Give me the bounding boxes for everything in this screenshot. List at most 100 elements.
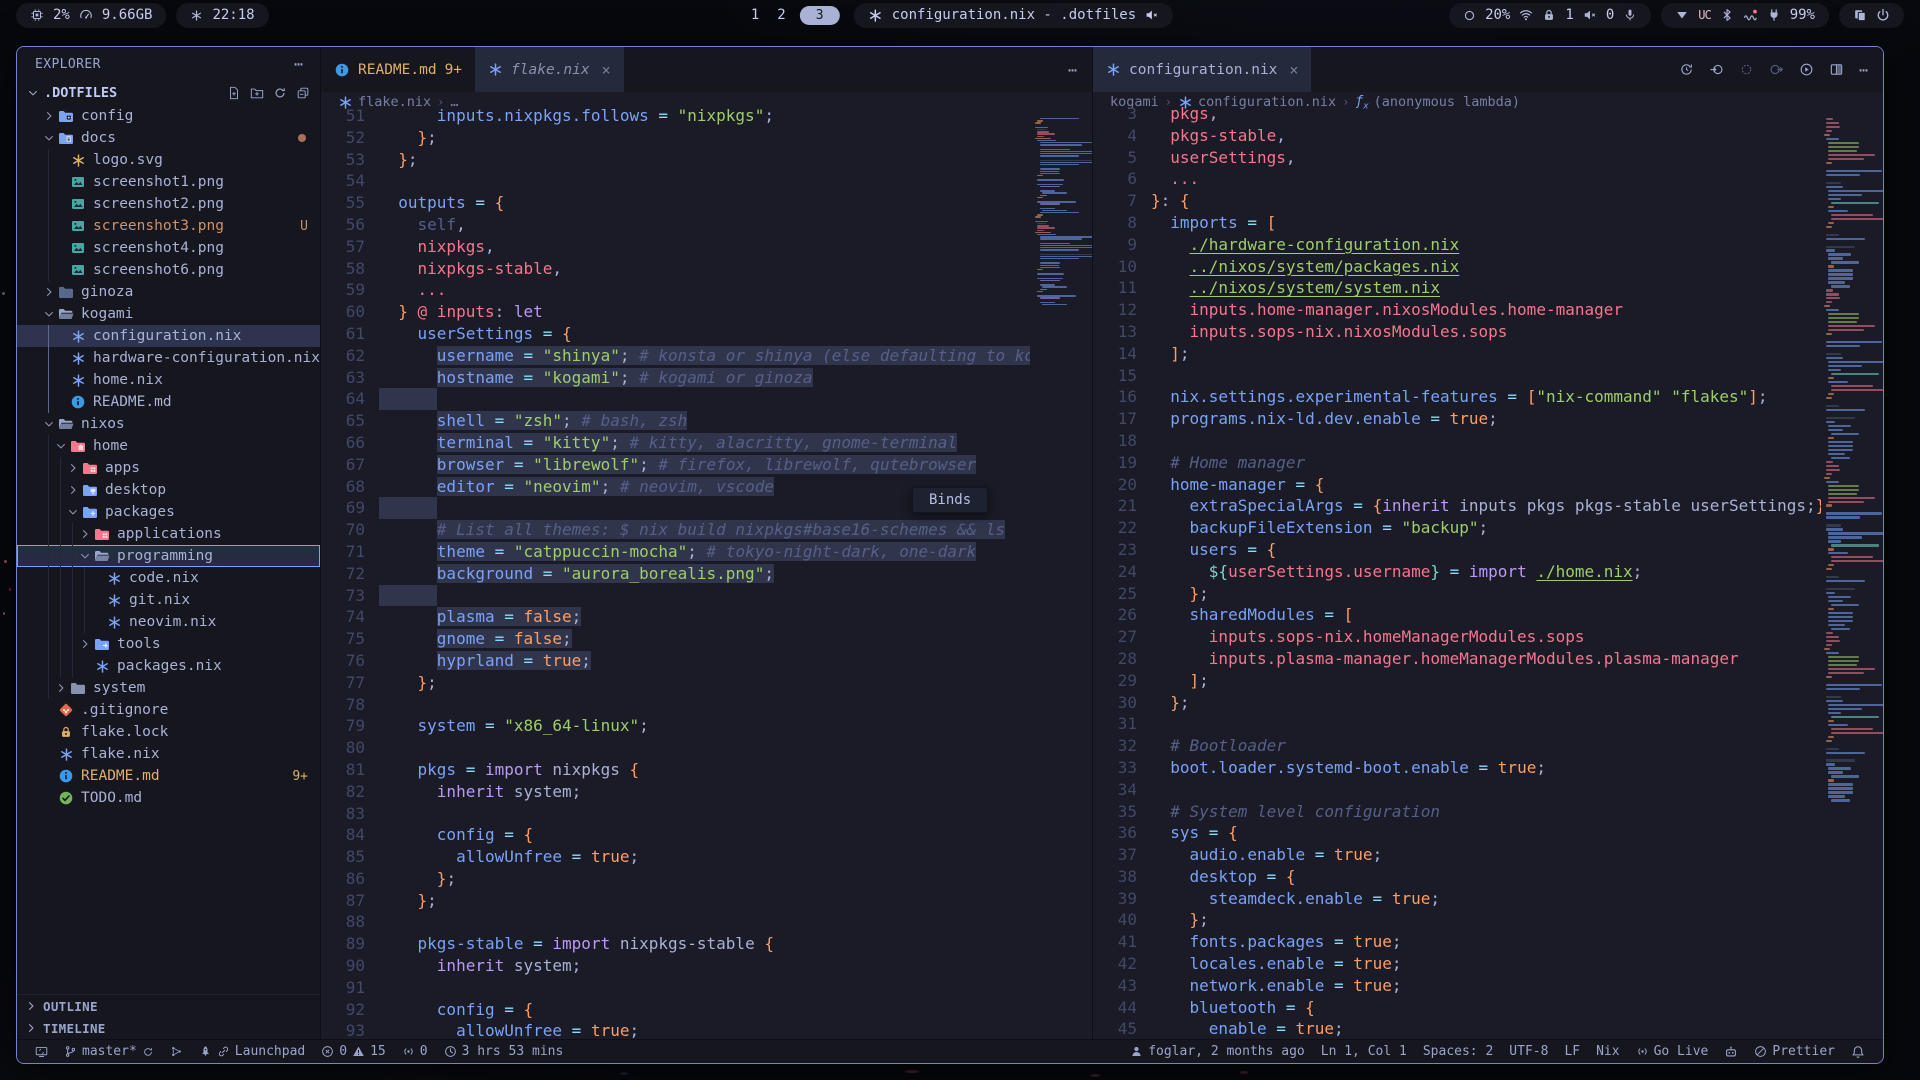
tab-README.md[interactable]: README.md9+ <box>321 47 475 92</box>
image-icon <box>70 218 86 234</box>
more-icon[interactable]: ⋯ <box>1068 60 1078 79</box>
tree-item-docs[interactable]: docs <box>17 127 320 149</box>
tree-item-nixos[interactable]: nixos <box>17 413 320 435</box>
tree-item-git.nix[interactable]: git.nix <box>17 589 320 611</box>
workspace-3[interactable]: 3 <box>800 6 840 25</box>
system-tray[interactable]: UC99% <box>1661 3 1829 28</box>
close-icon[interactable]: × <box>602 61 611 79</box>
broadcast-icon <box>402 1045 415 1058</box>
status-notifications[interactable] <box>1843 1040 1873 1063</box>
top-status-bar: 2%9.66GB22:18 123 configuration.nix - .d… <box>0 0 1920 30</box>
code-editor-flake-nix[interactable]: 51 inputs.nixpkgs.follows = "nixpkgs";52… <box>321 105 1030 1039</box>
line-number: 44 <box>1093 997 1137 1019</box>
status-encoding[interactable]: UTF-8 <box>1501 1040 1556 1063</box>
run-icon[interactable] <box>1799 62 1814 77</box>
tree-item-programming[interactable]: programming <box>17 545 320 567</box>
status-go-live[interactable]: Go Live <box>1628 1040 1717 1063</box>
file-label: home.nix <box>93 372 163 388</box>
status-cursor-position[interactable]: Ln 1, Col 1 <box>1313 1040 1415 1063</box>
tree-item-packages[interactable]: packages <box>17 501 320 523</box>
clock-widget[interactable]: 22:18 <box>176 3 268 28</box>
tree-item-code.nix[interactable]: code.nix <box>17 567 320 589</box>
code-line-56: 56 self, <box>321 214 1030 236</box>
status-time-tracker[interactable]: 3 hrs 53 mins <box>436 1040 572 1063</box>
status-prettier[interactable]: Prettier <box>1746 1040 1843 1063</box>
tree-item-apps[interactable]: apps <box>17 457 320 479</box>
refresh-icon[interactable] <box>273 86 287 100</box>
tree-item-TODO.md[interactable]: TODO.md <box>17 787 320 809</box>
tree-item-home[interactable]: home <box>17 435 320 457</box>
status-eol[interactable]: LF <box>1556 1040 1588 1063</box>
explorer-root-folder[interactable]: .DOTFILES <box>17 81 320 105</box>
system-indicators[interactable]: 20%10 <box>1449 3 1651 28</box>
line-number: 63 <box>321 367 365 389</box>
tree-item-README.md[interactable]: README.md <box>17 391 320 413</box>
new-file-icon[interactable] <box>227 86 241 100</box>
code-line-22: 22 backupFileExtension = "backup"; <box>1093 517 1821 539</box>
tree-item-README.md[interactable]: README.md9+ <box>17 765 320 787</box>
tree-item-logo.svg[interactable]: logo.svg <box>17 149 320 171</box>
minimap-left[interactable] <box>1030 112 1092 1039</box>
circle-dim-icon[interactable] <box>1739 62 1754 77</box>
new-folder-icon[interactable] <box>250 86 264 100</box>
collapse-icon[interactable] <box>296 86 310 100</box>
status-git-blame[interactable]: foglar, 2 months ago <box>1122 1040 1313 1063</box>
folder-open-icon <box>58 306 74 322</box>
code-line-4: 4 pkgs-stable, <box>1093 125 1821 147</box>
status-problems[interactable]: 015 <box>313 1040 393 1063</box>
workspace-2[interactable]: 2 <box>773 7 789 23</box>
status-language-mode[interactable]: Nix <box>1588 1040 1627 1063</box>
workspace-switcher[interactable]: 123 <box>747 6 840 25</box>
status-git-graph[interactable] <box>162 1040 191 1063</box>
wave-icon <box>1743 8 1758 23</box>
tree-item-screenshot1.png[interactable]: screenshot1.png <box>17 171 320 193</box>
tab-flake.nix[interactable]: flake.nix× <box>475 47 624 92</box>
tree-item-home.nix[interactable]: home.nix <box>17 369 320 391</box>
timeline-section[interactable]: TIMELINE <box>17 1017 320 1039</box>
code-editor-configuration-nix[interactable]: 3 pkgs,4 pkgs-stable,5 userSettings,6 ..… <box>1093 103 1821 1039</box>
forward-dim-icon[interactable] <box>1769 62 1784 77</box>
split-icon[interactable] <box>1829 62 1844 77</box>
tree-item-flake.lock[interactable]: flake.lock <box>17 721 320 743</box>
tree-item-hardware-configuration.nix[interactable]: hardware-configuration.nix <box>17 347 320 369</box>
line-number: 80 <box>321 737 365 759</box>
tree-item-screenshot3.png[interactable]: screenshot3.pngU <box>17 215 320 237</box>
status-launchpad[interactable]: Launchpad <box>191 1040 313 1063</box>
tree-item-screenshot4.png[interactable]: screenshot4.png <box>17 237 320 259</box>
history-icon[interactable] <box>1679 62 1694 77</box>
status-git-branch[interactable]: master* <box>56 1040 162 1063</box>
line-number: 51 <box>321 105 365 127</box>
status-indentation[interactable]: Spaces: 2 <box>1415 1040 1501 1063</box>
more-icon[interactable]: ⋯ <box>1859 60 1869 79</box>
tab-configuration.nix[interactable]: configuration.nix× <box>1093 47 1311 92</box>
tree-item-config[interactable]: config <box>17 105 320 127</box>
tree-item-tools[interactable]: tools <box>17 633 320 655</box>
tree-item-.gitignore[interactable]: .gitignore <box>17 699 320 721</box>
line-number: 31 <box>1093 713 1137 735</box>
explorer-more-actions-icon[interactable]: ⋯ <box>294 55 304 73</box>
line-number: 43 <box>1093 975 1137 997</box>
tree-item-kogami[interactable]: kogami <box>17 303 320 325</box>
tree-item-applications[interactable]: applications <box>17 523 320 545</box>
tree-item-screenshot2.png[interactable]: screenshot2.png <box>17 193 320 215</box>
outline-section[interactable]: OUTLINE <box>17 995 320 1017</box>
code-line-36: 36 sys = { <box>1093 822 1821 844</box>
back-icon[interactable] <box>1709 62 1724 77</box>
tree-item-screenshot6.png[interactable]: screenshot6.png <box>17 259 320 281</box>
tree-item-system[interactable]: system <box>17 677 320 699</box>
system-monitor[interactable]: 2%9.66GB <box>16 3 166 28</box>
status-copilot[interactable] <box>1716 1040 1746 1063</box>
session-controls[interactable] <box>1839 3 1904 28</box>
tree-item-desktop[interactable]: desktop <box>17 479 320 501</box>
status-ports[interactable]: 0 <box>394 1040 436 1063</box>
line-number: 25 <box>1093 583 1137 605</box>
tree-item-flake.nix[interactable]: flake.nix <box>17 743 320 765</box>
tree-item-neovim.nix[interactable]: neovim.nix <box>17 611 320 633</box>
close-icon[interactable]: × <box>1289 61 1298 79</box>
tree-item-ginoza[interactable]: ginoza <box>17 281 320 303</box>
workspace-1[interactable]: 1 <box>747 7 763 23</box>
tree-item-packages.nix[interactable]: packages.nix <box>17 655 320 677</box>
status-remote-indicator[interactable] <box>27 1040 56 1063</box>
tree-item-configuration.nix[interactable]: configuration.nix <box>17 325 320 347</box>
minimap-right[interactable] <box>1821 112 1883 1039</box>
